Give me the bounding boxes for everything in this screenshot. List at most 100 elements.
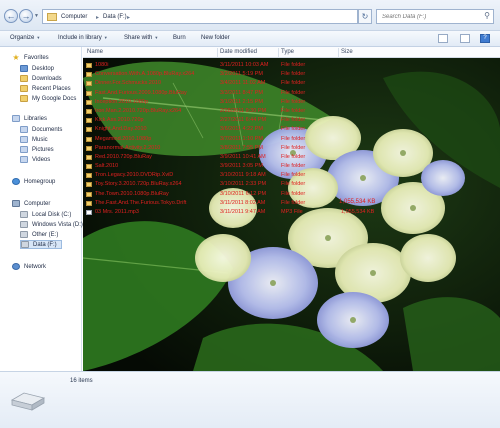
search-input[interactable] (377, 10, 477, 23)
sidebar-item-recent-places[interactable]: Recent Places (20, 84, 71, 93)
new-folder-button[interactable]: New folder (201, 35, 230, 41)
file-row[interactable]: Red.2010.720p.BluRay 3/9/2011 10:41 AM Fil… (83, 153, 500, 162)
file-row[interactable]: Paranormal.Activity.2.2010 3/8/2011 7:55 … (83, 144, 500, 153)
sidebar-item-documents[interactable]: Documents (20, 125, 62, 134)
folder-icon (86, 191, 92, 197)
sidebar-item-data-f[interactable]: Data (F:) (20, 240, 62, 249)
include-in-library-label: Include in library (58, 35, 102, 41)
file-type: File folder (281, 117, 306, 124)
file-type: File folder (281, 181, 306, 188)
drive-icon (20, 231, 28, 238)
libraries-icon (12, 115, 20, 122)
file-row[interactable]: The.Town.2010.1080p.BluRay 3/10/2011 6:12… (83, 190, 500, 199)
sidebar-item-other-e[interactable]: Other (E:) (20, 230, 58, 239)
sidebar-item-music[interactable]: Music (20, 135, 48, 144)
breadcrumb-computer[interactable]: Computer (61, 14, 87, 20)
file-row[interactable]: Iron.Man.2.2010.720p.BluRay.x264 2/28/201… (83, 107, 500, 116)
breadcrumb-separator[interactable]: ▸ (96, 14, 99, 21)
star-icon: ★ (12, 53, 20, 62)
back-button[interactable]: ← (4, 9, 18, 23)
navigation-pane: ★ Favorites Desktop Downloads Recent Pla… (0, 47, 83, 371)
folder-icon (86, 108, 92, 114)
sidebar-homegroup[interactable]: Homegroup (12, 177, 55, 186)
folder-icon (86, 90, 92, 96)
column-header-size[interactable]: Size (341, 49, 353, 55)
column-divider[interactable] (217, 48, 218, 57)
search-box[interactable]: ⚲ (376, 9, 494, 24)
sidebar-network[interactable]: Network (12, 262, 46, 271)
search-icon[interactable]: ⚲ (484, 11, 490, 20)
file-row[interactable]: Conversation.With.A.1080p.BluRay.x264 3/2… (83, 70, 500, 79)
sidebar-label: Homegroup (24, 178, 56, 185)
command-bar: Organize ▼ Include in library ▼ Share with… (0, 31, 500, 47)
sidebar-item-local-disk-c[interactable]: Local Disk (C:) (20, 210, 71, 219)
breadcrumb-data-drive[interactable]: Data (F:) (103, 14, 127, 20)
file-date-modified: 3/10/2011 2:33 PM (220, 181, 267, 188)
file-name: Inception.2010.1080p (95, 98, 148, 105)
file-row[interactable]: Tron.Legacy.2010.DVDRip.XviD 3/10/2011 9:… (83, 171, 500, 180)
file-row[interactable]: Dinner.For.Schmucks.2010 3/4/2011 11:02 A… (83, 79, 500, 88)
file-row[interactable]: The.Fast.And.The.Furious.Tokyo.Drift 3/11… (83, 199, 500, 208)
sidebar-label: Music (32, 136, 48, 143)
file-list-pane[interactable]: Name Date modified Type Size 1080i 3/11/… (83, 47, 500, 371)
chevron-down-icon: ▼ (36, 35, 41, 40)
breadcrumb-separator[interactable]: ▸ (127, 14, 130, 21)
sidebar-label: Recent Places (32, 85, 71, 92)
forward-button[interactable]: → (19, 9, 33, 23)
file-date-modified: 3/7/2011 1:10 PM (220, 135, 264, 142)
column-divider[interactable] (278, 48, 279, 57)
address-bar[interactable]: Computer ▸ Data (F:) ▸ (42, 9, 358, 24)
downloads-folder-icon (20, 75, 28, 82)
music-icon (20, 136, 28, 143)
file-row[interactable]: Megamind.2010.1080p 3/7/2011 1:10 PM File … (83, 135, 500, 144)
change-view-button[interactable] (438, 34, 448, 43)
details-pane: 16 items (0, 371, 500, 428)
share-with-label: Share with (124, 35, 153, 41)
organize-button[interactable]: Organize ▼ (10, 35, 40, 41)
sidebar-computer[interactable]: Computer (12, 199, 50, 208)
file-date-modified: 3/1/2011 2:15 PM (220, 98, 264, 105)
file-name: Iron.Man.2.2010.720p.BluRay.x264 (95, 107, 182, 114)
file-name: Paranormal.Activity.2.2010 (95, 144, 161, 151)
file-type: File folder (281, 199, 306, 206)
sidebar-item-videos[interactable]: Videos (20, 155, 50, 164)
sidebar-libraries[interactable]: Libraries (12, 114, 47, 123)
file-row[interactable]: Inception.2010.1080p 3/1/2011 2:15 PM File… (83, 98, 500, 107)
sidebar-item-windows-vista-d[interactable]: Windows Vista (D:) (20, 220, 83, 229)
burn-button[interactable]: Burn (173, 35, 186, 41)
file-type: File folder (281, 126, 306, 133)
sidebar-item-my-google-docs[interactable]: My Google Docs (20, 94, 76, 103)
column-header-type[interactable]: Type (281, 49, 294, 55)
file-date-modified: 3/11/2011 10:03 AM (220, 62, 269, 68)
file-row[interactable]: Salt.2010 3/9/2011 3:05 PM File folder (83, 162, 500, 171)
file-row[interactable]: Fast.And.Furious.2009.1080p.BluRay 3/3/20… (83, 89, 500, 98)
help-button[interactable]: ? (480, 34, 490, 43)
sidebar-favorites[interactable]: ★ Favorites (12, 53, 48, 62)
sidebar-item-pictures[interactable]: Pictures (20, 145, 54, 154)
refresh-button[interactable]: ↻ (358, 9, 372, 24)
file-name: Dinner.For.Schmucks.2010 (95, 80, 162, 87)
file-row[interactable]: 03 Mrs. 2011.mp3 3/11/2011 9:47 AM MP3 Fil… (83, 208, 500, 217)
file-date-modified: 3/8/2011 7:55 PM (220, 144, 264, 151)
file-type: File folder (281, 190, 306, 197)
file-row[interactable]: Kick.Ass.2010.720p 2/27/2011 6:44 PM File … (83, 116, 500, 125)
sidebar-item-desktop[interactable]: Desktop (20, 64, 54, 73)
file-type: File folder (281, 98, 306, 105)
column-header-name[interactable]: Name (87, 49, 103, 55)
folder-icon (86, 145, 92, 151)
file-row[interactable]: 1080i 3/11/2011 10:03 AM File folder (83, 61, 500, 70)
file-type: File folder (281, 144, 306, 151)
share-with-button[interactable]: Share with ▼ (124, 35, 158, 41)
selected-file-size: 1,055,534 KB (339, 199, 376, 205)
file-row[interactable]: Toy.Story.3.2010.720p.BluRay.x264 3/10/20… (83, 180, 500, 189)
file-date-modified: 3/9/2011 10:41 AM (220, 153, 266, 160)
column-divider[interactable] (338, 48, 339, 57)
file-row[interactable]: Knight.And.Day.2010 3/6/2011 4:22 PM File … (83, 125, 500, 134)
include-in-library-button[interactable]: Include in library ▼ (58, 35, 108, 41)
column-header-date-modified[interactable]: Date modified (220, 49, 257, 55)
sidebar-item-downloads[interactable]: Downloads (20, 74, 62, 83)
preview-pane-button[interactable] (460, 34, 470, 43)
drive-icon (20, 221, 28, 228)
recent-pages-dropdown[interactable]: ▼ (34, 13, 39, 19)
file-name: Red.2010.720p.BluRay (95, 153, 152, 160)
